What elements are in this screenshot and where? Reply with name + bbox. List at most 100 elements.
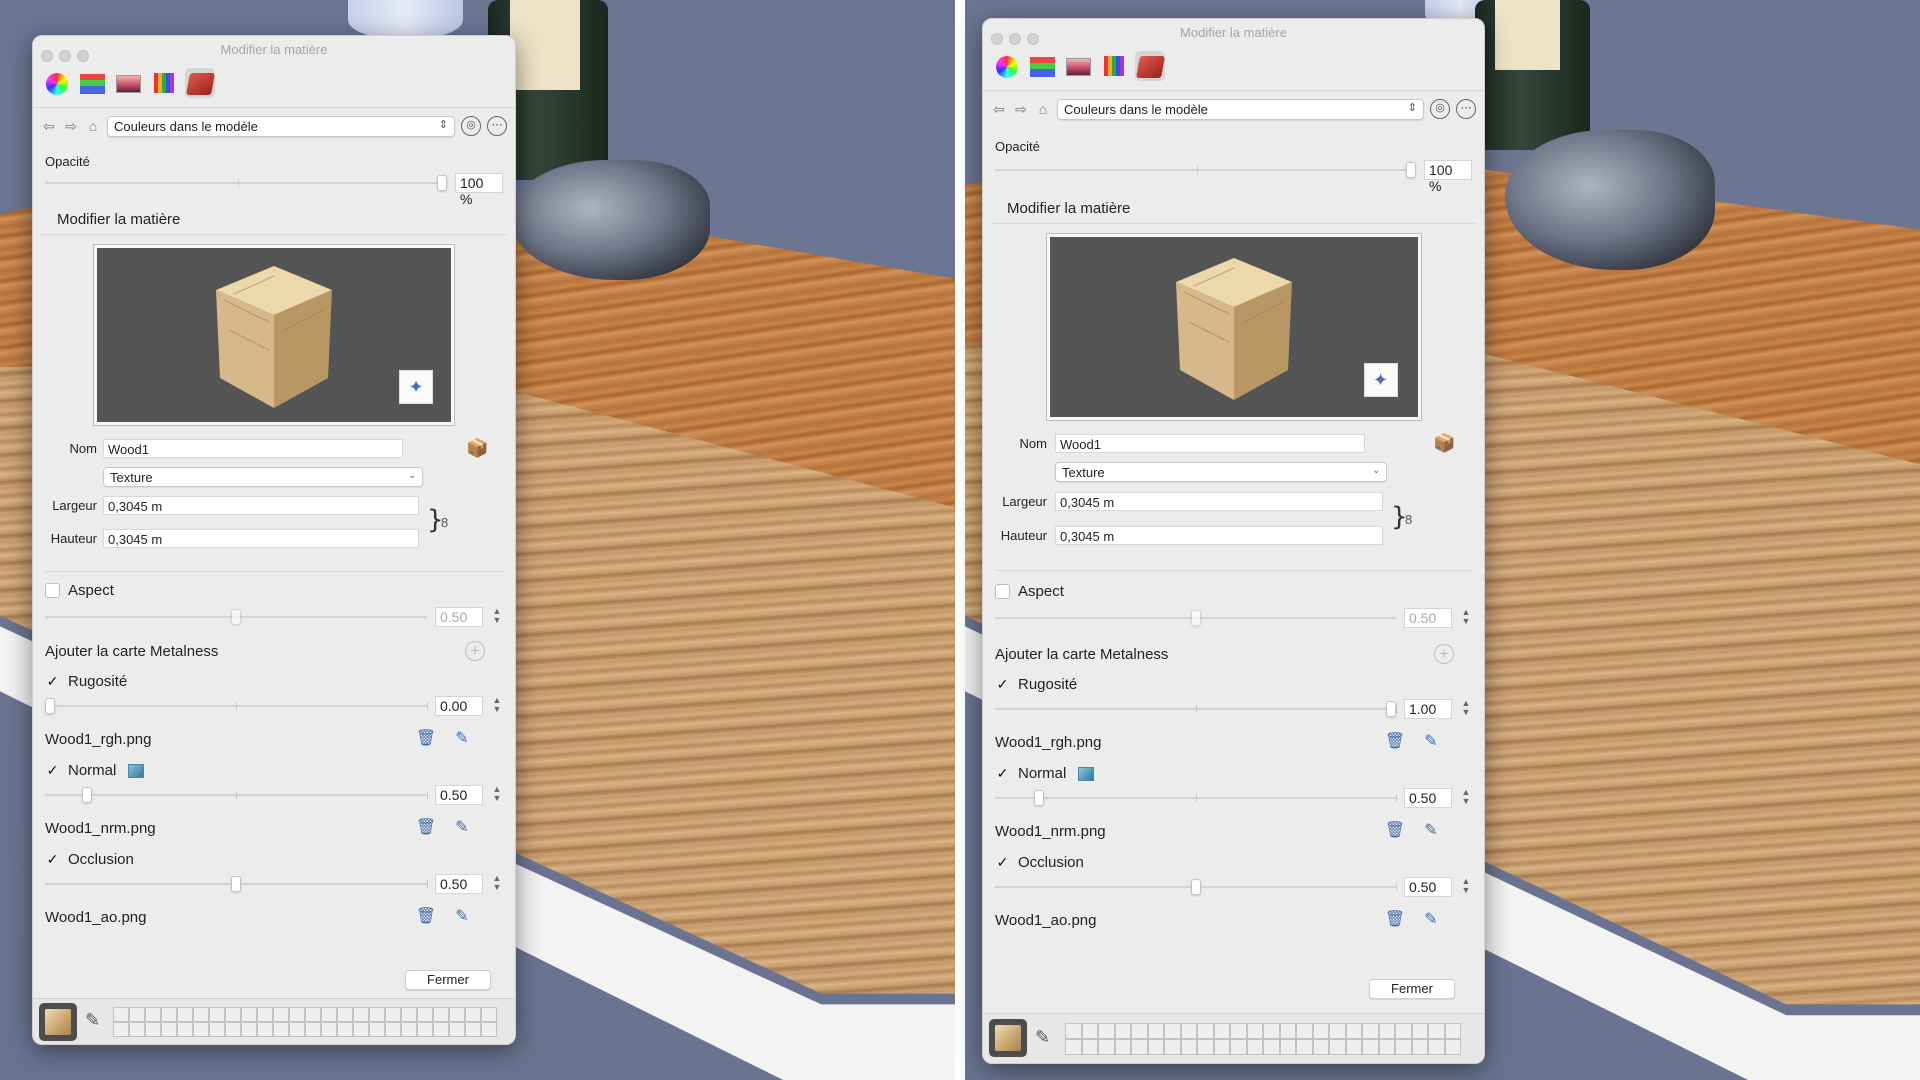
- opacity-value[interactable]: 100 %: [1424, 160, 1472, 194]
- occlusion-value[interactable]: 0.50: [435, 874, 483, 894]
- empty-swatch[interactable]: [369, 1022, 385, 1037]
- roughness-checkbox[interactable]: ✓: [45, 674, 60, 689]
- home-icon[interactable]: ⌂: [85, 118, 101, 134]
- occlusion-slider[interactable]: [45, 876, 428, 892]
- empty-swatch[interactable]: [209, 1007, 225, 1022]
- empty-swatch[interactable]: [1164, 1023, 1181, 1039]
- height-field[interactable]: 0,3045 m: [103, 529, 419, 548]
- empty-swatch[interactable]: [113, 1007, 129, 1022]
- empty-swatch[interactable]: [1246, 1039, 1263, 1055]
- empty-swatch[interactable]: [1428, 1039, 1445, 1055]
- opacity-slider[interactable]: [45, 175, 447, 191]
- slider-knob[interactable]: [1034, 790, 1045, 806]
- plus-circle-icon[interactable]: +: [1434, 644, 1454, 664]
- empty-swatch[interactable]: [1378, 1023, 1395, 1039]
- empty-swatch[interactable]: [1065, 1023, 1082, 1039]
- empty-swatch[interactable]: [401, 1022, 417, 1037]
- empty-swatch[interactable]: [1131, 1023, 1148, 1039]
- normal-stepper[interactable]: ▲ ▼: [1460, 788, 1472, 808]
- empty-swatch[interactable]: [305, 1007, 321, 1022]
- occlusion-stepper[interactable]: ▲ ▼: [491, 874, 503, 894]
- empty-swatch[interactable]: [225, 1022, 241, 1037]
- roughness-slider[interactable]: [995, 701, 1397, 717]
- slider-knob[interactable]: [1190, 610, 1201, 626]
- slider-knob[interactable]: [1406, 162, 1416, 178]
- empty-swatch[interactable]: [1131, 1039, 1148, 1055]
- tab-color-sliders[interactable]: [77, 68, 107, 98]
- zoom-window-button[interactable]: [1027, 33, 1039, 45]
- tab-crayons[interactable]: [1099, 51, 1129, 81]
- empty-swatch[interactable]: [273, 1022, 289, 1037]
- empty-swatch[interactable]: [1114, 1039, 1131, 1055]
- empty-swatch[interactable]: [1296, 1039, 1313, 1055]
- empty-swatch[interactable]: [225, 1007, 241, 1022]
- tab-image-palette[interactable]: [113, 68, 143, 98]
- empty-swatch[interactable]: [129, 1022, 145, 1037]
- width-field[interactable]: 0,3045 m: [103, 496, 419, 515]
- close-window-button[interactable]: [991, 33, 1003, 45]
- empty-swatch[interactable]: [1114, 1023, 1131, 1039]
- slider-knob[interactable]: [231, 876, 241, 892]
- sample-paint-icon[interactable]: 📦: [466, 438, 488, 459]
- slider-knob[interactable]: [1190, 879, 1201, 895]
- empty-swatch[interactable]: [481, 1007, 497, 1022]
- normal-value[interactable]: 0.50: [435, 785, 483, 805]
- close-window-button[interactable]: [41, 50, 53, 62]
- empty-swatch[interactable]: [129, 1007, 145, 1022]
- empty-swatch[interactable]: [145, 1022, 161, 1037]
- empty-swatch[interactable]: [1362, 1023, 1379, 1039]
- empty-swatch[interactable]: [1246, 1023, 1263, 1039]
- empty-swatch[interactable]: [1081, 1023, 1098, 1039]
- empty-swatch[interactable]: [257, 1007, 273, 1022]
- more-options-icon[interactable]: ⋯: [1456, 99, 1476, 119]
- occlusion-value[interactable]: 0.50: [1404, 877, 1452, 897]
- normal-slider[interactable]: [995, 790, 1397, 806]
- more-options-icon[interactable]: ⋯: [487, 116, 507, 136]
- roughness-value[interactable]: 1.00: [1404, 699, 1452, 719]
- edit-icon[interactable]: ✎: [451, 728, 473, 750]
- slider-knob[interactable]: [1386, 701, 1396, 717]
- edit-icon[interactable]: ✎: [451, 817, 473, 839]
- sparkle-icon[interactable]: ✦: [399, 370, 433, 404]
- trash-icon[interactable]: 🗑: [1384, 820, 1406, 842]
- empty-swatch[interactable]: [289, 1022, 305, 1037]
- occlusion-checkbox[interactable]: ✓: [995, 855, 1010, 870]
- empty-swatch[interactable]: [145, 1007, 161, 1022]
- trash-icon[interactable]: 🗑: [415, 728, 437, 750]
- empty-swatch[interactable]: [1411, 1023, 1428, 1039]
- empty-swatch[interactable]: [1444, 1039, 1461, 1055]
- home-icon[interactable]: ⌂: [1035, 101, 1051, 117]
- empty-swatch[interactable]: [1428, 1023, 1445, 1039]
- trash-icon[interactable]: 🗑: [415, 906, 437, 928]
- edit-icon[interactable]: ✎: [1420, 731, 1442, 753]
- tab-crayons[interactable]: [149, 68, 179, 98]
- aspect-value[interactable]: 0.50: [1404, 608, 1452, 628]
- empty-swatch[interactable]: [1312, 1039, 1329, 1055]
- empty-swatch[interactable]: [113, 1022, 129, 1037]
- height-field[interactable]: 0,3045 m: [1055, 526, 1383, 545]
- empty-swatch[interactable]: [305, 1022, 321, 1037]
- empty-swatch[interactable]: [337, 1022, 353, 1037]
- slider-knob[interactable]: [45, 698, 55, 714]
- empty-swatch[interactable]: [193, 1007, 209, 1022]
- aspect-slider[interactable]: [45, 609, 427, 625]
- minimize-window-button[interactable]: [59, 50, 71, 62]
- collection-select[interactable]: Couleurs dans le modèle ⇕: [107, 115, 455, 137]
- empty-swatch[interactable]: [1411, 1039, 1428, 1055]
- tab-color-wheel[interactable]: [41, 68, 71, 98]
- current-material-swatch[interactable]: [989, 1019, 1027, 1057]
- empty-swatch[interactable]: [417, 1007, 433, 1022]
- normal-checkbox[interactable]: ✓: [995, 766, 1010, 781]
- empty-swatch[interactable]: [1329, 1023, 1346, 1039]
- edit-icon[interactable]: ✎: [451, 906, 473, 928]
- empty-swatch[interactable]: [1180, 1023, 1197, 1039]
- empty-swatch[interactable]: [1444, 1023, 1461, 1039]
- empty-swatch[interactable]: [1081, 1039, 1098, 1055]
- trash-icon[interactable]: 🗑: [415, 817, 437, 839]
- empty-swatch[interactable]: [1362, 1039, 1379, 1055]
- normal-checkbox[interactable]: ✓: [45, 763, 60, 778]
- empty-swatch[interactable]: [1180, 1039, 1197, 1055]
- empty-swatch[interactable]: [1098, 1023, 1115, 1039]
- slider-knob[interactable]: [231, 609, 241, 625]
- tab-materials[interactable]: [1135, 51, 1165, 81]
